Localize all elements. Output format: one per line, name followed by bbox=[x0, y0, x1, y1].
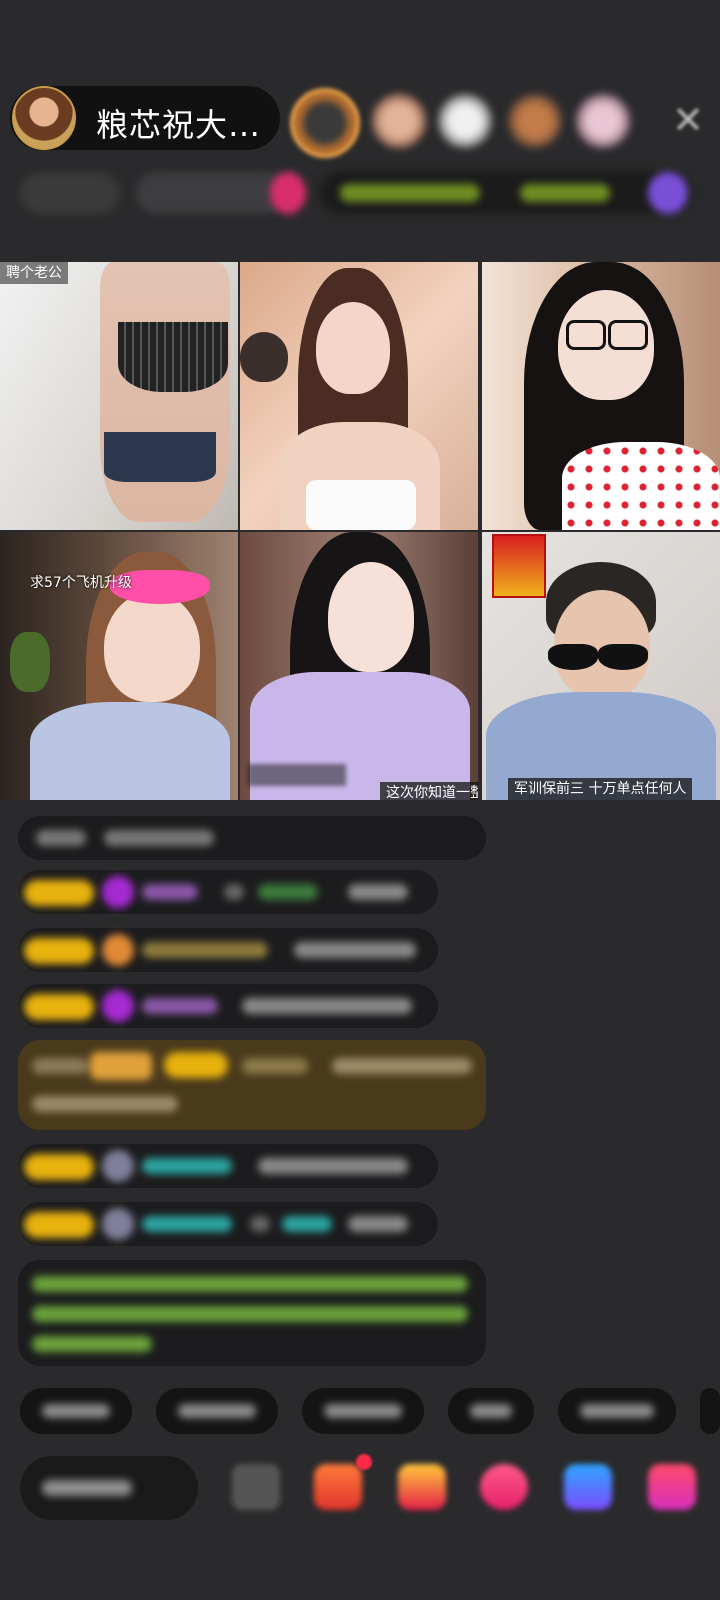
more-gifts-icon[interactable] bbox=[648, 1464, 696, 1510]
chat-message[interactable] bbox=[18, 984, 438, 1028]
host-name: 粮芯祝大… bbox=[96, 106, 262, 144]
viewer-avatar[interactable] bbox=[576, 94, 630, 148]
chat-message[interactable] bbox=[18, 870, 438, 914]
system-notice bbox=[18, 1260, 486, 1366]
quick-reply-chip[interactable] bbox=[302, 1388, 424, 1434]
comment-input[interactable] bbox=[20, 1456, 198, 1520]
host-info-pill[interactable]: 粮芯祝大… bbox=[10, 86, 280, 150]
quick-reply-chip[interactable] bbox=[448, 1388, 534, 1434]
host-avatar[interactable] bbox=[12, 86, 76, 150]
quick-reply-chip[interactable] bbox=[20, 1388, 132, 1434]
viewer-avatar[interactable] bbox=[508, 94, 562, 148]
chat-message[interactable] bbox=[18, 1202, 438, 1246]
video-tile-5[interactable]: 这次你知道一整全 bbox=[240, 532, 478, 800]
tile-label: 聘个老公 bbox=[0, 262, 68, 284]
tile-caption: 这次你知道一整全 bbox=[380, 782, 478, 800]
quick-reply-chip[interactable] bbox=[700, 1388, 720, 1434]
gift-box-icon[interactable] bbox=[314, 1464, 362, 1510]
chat-message[interactable] bbox=[18, 1144, 438, 1188]
tile-caption: 军训保前三 十万单点任何人 bbox=[508, 778, 693, 800]
tag-chip[interactable] bbox=[270, 172, 306, 214]
heart-gift-icon[interactable] bbox=[480, 1464, 528, 1510]
quick-reply-chip[interactable] bbox=[558, 1388, 676, 1434]
quick-reply-chip[interactable] bbox=[156, 1388, 278, 1434]
video-tile-6[interactable]: 军训保前三 十万单点任何人 bbox=[482, 532, 720, 800]
share-icon[interactable] bbox=[564, 1464, 612, 1510]
tag-chip[interactable] bbox=[648, 172, 688, 214]
video-tile-1[interactable]: 聘个老公 bbox=[0, 262, 238, 530]
tag-chip[interactable] bbox=[520, 184, 610, 202]
video-tile-2[interactable] bbox=[240, 262, 478, 530]
tile-caption-blurred bbox=[248, 764, 346, 786]
video-tile-4[interactable]: 求57个飞机升级 bbox=[0, 532, 238, 800]
tag-chip[interactable] bbox=[20, 172, 120, 214]
chat-message-highlighted[interactable] bbox=[18, 1040, 486, 1130]
multi-guest-video-grid: 聘个老公 求57个飞机升级 这次你知道一整全 bbox=[0, 262, 720, 802]
emoji-icon[interactable] bbox=[232, 1464, 280, 1510]
fan-club-icon[interactable] bbox=[398, 1464, 446, 1510]
tile-label: 求57个飞机升级 bbox=[30, 575, 132, 591]
chat-message[interactable] bbox=[18, 928, 438, 972]
viewer-avatar[interactable] bbox=[438, 94, 492, 148]
top-viewers-list bbox=[290, 88, 660, 158]
tag-chip[interactable] bbox=[340, 184, 480, 202]
lucky-charm-image bbox=[492, 534, 546, 598]
video-tile-3[interactable] bbox=[482, 262, 720, 530]
tag-chip[interactable] bbox=[136, 172, 286, 214]
close-icon[interactable]: ✕ bbox=[668, 100, 708, 140]
notification-dot bbox=[356, 1454, 372, 1470]
chat-message[interactable] bbox=[18, 816, 486, 860]
live-tags-row bbox=[20, 172, 700, 218]
viewer-avatar[interactable] bbox=[290, 88, 360, 158]
viewer-avatar[interactable] bbox=[372, 94, 426, 148]
